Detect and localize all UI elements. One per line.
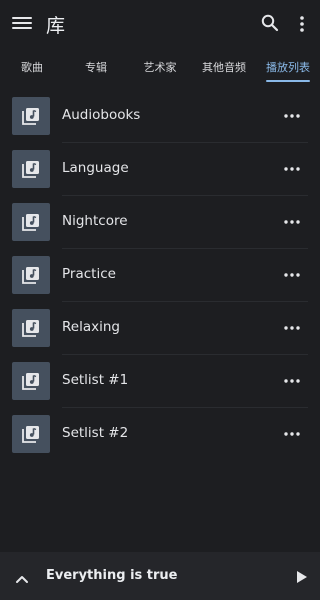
more-vertical-icon[interactable] [294,14,310,34]
more-horizontal-icon[interactable] [280,269,304,281]
now-playing-title: Everything is true [46,568,178,583]
now-playing-bar[interactable]: Everything is true [0,552,320,600]
playlist-name: Nightcore [62,213,128,229]
playlist-icon [12,256,50,294]
tab-label: 歌曲 [21,61,43,74]
playlist-name: Relaxing [62,319,120,335]
tab-albums[interactable]: 专辑 [64,48,128,82]
playlist-icon [12,309,50,347]
menu-icon[interactable] [12,14,32,34]
tab-other-audio[interactable]: 其他音频 [192,48,256,82]
tab-playlists[interactable]: 播放列表 [256,48,320,82]
tab-bar: 歌曲 专辑 艺术家 其他音频 播放列表 [0,48,320,82]
playlist-icon [12,150,50,188]
more-horizontal-icon[interactable] [280,428,304,440]
playlist-icon [12,362,50,400]
playlist-icon [12,203,50,241]
tab-songs[interactable]: 歌曲 [0,48,64,82]
list-item[interactable]: Setlist #2 [0,408,320,461]
list-item[interactable]: Setlist #1 [0,355,320,408]
more-horizontal-icon[interactable] [280,216,304,228]
playlist-icon [12,97,50,135]
list-item[interactable]: Practice [0,249,320,302]
playlist-list: Audiobooks Language Nightcore Practice R… [0,90,320,461]
list-item[interactable]: Audiobooks [0,90,320,143]
app-bar: 库 [0,0,320,48]
tab-label: 播放列表 [266,61,310,74]
tab-label: 其他音频 [202,61,246,74]
more-horizontal-icon[interactable] [280,322,304,334]
playlist-icon [12,415,50,453]
playlist-name: Practice [62,266,116,282]
list-item[interactable]: Language [0,143,320,196]
tab-label: 艺术家 [143,61,177,74]
list-item[interactable]: Nightcore [0,196,320,249]
tab-indicator [266,80,310,82]
tab-artists[interactable]: 艺术家 [128,48,192,82]
play-icon[interactable] [296,569,308,583]
playlist-name: Language [62,160,129,176]
more-horizontal-icon[interactable] [280,110,304,122]
chevron-up-icon[interactable] [14,570,30,583]
list-item[interactable]: Relaxing [0,302,320,355]
tab-label: 专辑 [85,61,107,74]
more-horizontal-icon[interactable] [280,163,304,175]
search-icon[interactable] [260,13,280,33]
playlist-name: Setlist #1 [62,372,129,388]
playlist-name: Audiobooks [62,107,141,123]
playlist-name: Setlist #2 [62,425,129,441]
page-title: 库 [46,15,66,37]
more-horizontal-icon[interactable] [280,375,304,387]
